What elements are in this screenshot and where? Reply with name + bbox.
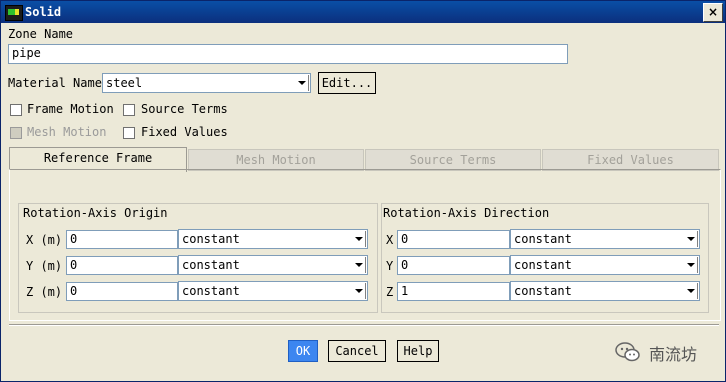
title-bar[interactable]: Solid × <box>1 1 725 23</box>
help-button[interactable]: Help <box>397 340 439 362</box>
zone-name-label: Zone Name <box>8 27 74 41</box>
chevron-down-icon[interactable] <box>684 283 698 299</box>
origin-y-method-value: constant <box>182 258 240 272</box>
wechat-icon <box>615 342 640 362</box>
cancel-button[interactable]: Cancel <box>328 340 386 362</box>
direction-y-method-value: constant <box>514 258 572 272</box>
frame-motion-label: Frame Motion <box>27 102 114 116</box>
rotation-axis-direction-title: Rotation-Axis Direction <box>383 206 550 220</box>
chevron-down-icon[interactable] <box>352 257 366 273</box>
chevron-down-icon[interactable] <box>295 75 309 91</box>
tab-source-terms[interactable]: Source Terms <box>365 149 541 171</box>
chevron-down-icon[interactable] <box>684 231 698 247</box>
origin-x-input[interactable]: 0 <box>66 230 178 249</box>
origin-z-method-value: constant <box>182 284 240 298</box>
chevron-down-icon[interactable] <box>352 231 366 247</box>
chevron-down-icon[interactable] <box>684 257 698 273</box>
origin-x-method-select[interactable]: constant <box>178 229 368 249</box>
material-select[interactable]: steel <box>102 73 311 93</box>
direction-z-label: Z <box>386 285 394 299</box>
origin-z-method-select[interactable]: constant <box>178 281 368 301</box>
tab-fixed-values[interactable]: Fixed Values <box>542 149 719 171</box>
tab-mesh-motion[interactable]: Mesh Motion <box>188 149 364 171</box>
direction-x-method-select[interactable]: constant <box>510 229 700 249</box>
divider <box>9 324 719 326</box>
edit-material-button[interactable]: Edit... <box>318 72 376 94</box>
direction-z-input[interactable]: 1 <box>397 282 510 301</box>
rotation-axis-origin-title: Rotation-Axis Origin <box>23 206 168 220</box>
watermark-text: 南流坊 <box>649 345 698 364</box>
direction-y-method-select[interactable]: constant <box>510 255 700 275</box>
direction-x-label: X <box>386 233 394 247</box>
origin-y-label: Y (m) <box>26 259 63 273</box>
direction-z-method-value: constant <box>514 284 572 298</box>
direction-y-label: Y <box>386 259 394 273</box>
origin-x-method-value: constant <box>182 232 240 246</box>
source-terms-checkbox[interactable] <box>123 104 135 116</box>
material-select-value: steel <box>106 76 143 90</box>
fixed-values-checkbox[interactable] <box>123 127 135 139</box>
solid-dialog: Solid × Zone Name pipe Material Name ste… <box>0 0 726 382</box>
direction-z-method-select[interactable]: constant <box>510 281 700 301</box>
app-icon <box>5 5 23 21</box>
ok-button[interactable]: OK <box>288 340 318 362</box>
origin-y-method-select[interactable]: constant <box>178 255 368 275</box>
material-name-label: Material Name <box>8 76 102 90</box>
source-terms-label: Source Terms <box>141 102 228 116</box>
chevron-down-icon[interactable] <box>352 283 366 299</box>
origin-x-label: X (m) <box>26 233 63 247</box>
origin-z-label: Z (m) <box>26 285 63 299</box>
frame-motion-checkbox[interactable] <box>10 104 22 116</box>
window-title: Solid <box>25 5 62 19</box>
direction-x-method-value: constant <box>514 232 572 246</box>
zone-name-input[interactable]: pipe <box>8 44 568 64</box>
fixed-values-label: Fixed Values <box>141 125 228 139</box>
mesh-motion-label: Mesh Motion <box>27 125 107 139</box>
close-button[interactable]: × <box>703 3 723 22</box>
direction-y-input[interactable]: 0 <box>397 256 510 275</box>
watermark: 南流坊 <box>615 339 715 365</box>
direction-x-input[interactable]: 0 <box>397 230 510 249</box>
origin-y-input[interactable]: 0 <box>66 256 178 275</box>
origin-z-input[interactable]: 0 <box>66 282 178 301</box>
mesh-motion-checkbox[interactable] <box>10 127 22 139</box>
